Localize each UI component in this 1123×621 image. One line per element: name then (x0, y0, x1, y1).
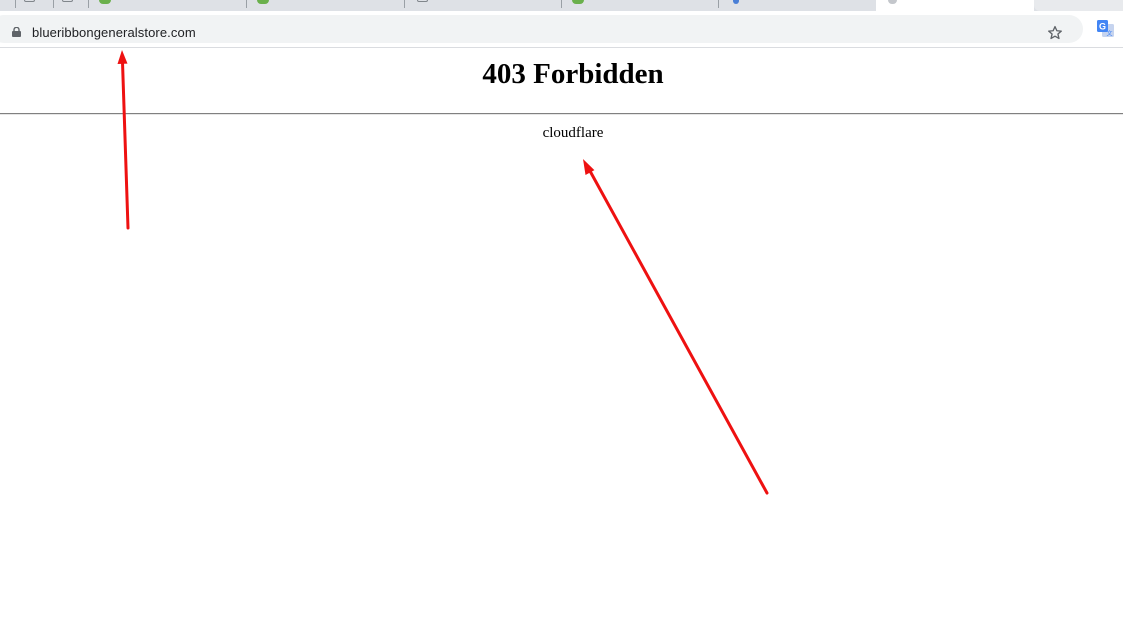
browser-tab[interactable] (247, 0, 405, 11)
lock-icon[interactable] (12, 27, 21, 37)
tab-favicon-icon (62, 0, 73, 2)
browser-tab[interactable] (719, 0, 876, 11)
svg-text:G: G (1099, 22, 1106, 32)
browser-tab[interactable] (89, 0, 247, 11)
tab-favicon-icon (24, 0, 35, 2)
address-bar[interactable]: blueribbongeneralstore.com (0, 15, 1083, 43)
server-name: cloudflare (542, 125, 604, 141)
page-content: 403 Forbidden cloudflare (0, 48, 1123, 621)
page-title: 403 Forbidden (482, 58, 664, 90)
browser-toolbar: blueribbongeneralstore.com G 文 (0, 11, 1123, 48)
tab-strip (0, 0, 1123, 11)
url-text[interactable]: blueribbongeneralstore.com (32, 25, 196, 40)
browser-tab[interactable] (405, 0, 562, 11)
browser-tab[interactable] (0, 0, 16, 11)
horizontal-rule (0, 113, 1123, 115)
tab-favicon-icon (257, 0, 269, 4)
browser-tab[interactable] (562, 0, 719, 11)
browser-tab[interactable] (54, 0, 89, 11)
browser-tab[interactable] (1034, 0, 1123, 11)
tab-favicon-icon (733, 0, 739, 4)
tab-favicon-icon (417, 0, 428, 2)
tab-favicon-icon (572, 0, 584, 4)
browser-tab[interactable] (16, 0, 54, 11)
tab-favicon-icon (99, 0, 111, 4)
svg-text:文: 文 (1106, 30, 1112, 38)
tab-favicon-icon (888, 0, 897, 4)
star-icon[interactable] (1046, 24, 1064, 42)
browser-tab-active[interactable] (876, 0, 1034, 11)
google-translate-icon[interactable]: G 文 (1097, 20, 1114, 37)
